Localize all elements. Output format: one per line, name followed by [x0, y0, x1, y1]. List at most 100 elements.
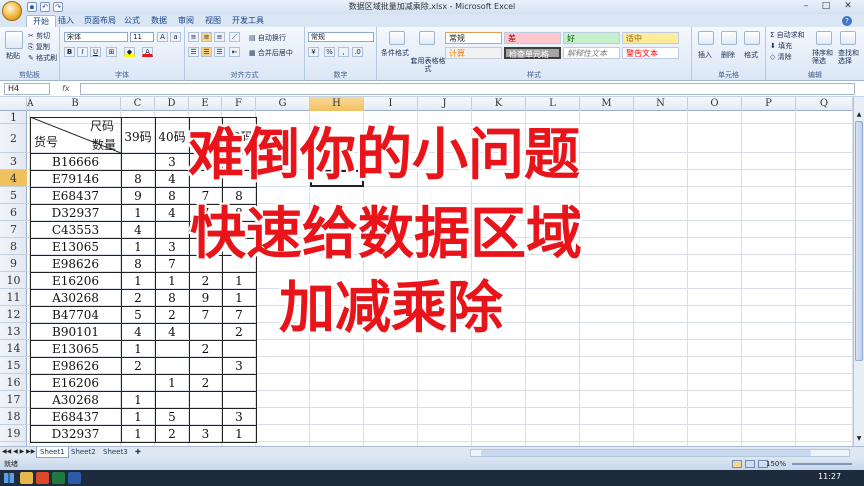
italic-icon[interactable]: I	[77, 47, 88, 57]
cell-qty-39[interactable]	[121, 376, 155, 391]
clear-button[interactable]: ◇ 清除	[770, 52, 792, 62]
copy-button[interactable]: ⎘ 复制	[28, 42, 50, 52]
tab-developer[interactable]: 开发工具	[226, 15, 270, 27]
row-header-10[interactable]: 10	[0, 272, 27, 289]
cell-product-code[interactable]: E98626	[30, 359, 121, 374]
view-layout-icon[interactable]	[745, 460, 755, 468]
h-scroll-thumb[interactable]	[481, 450, 811, 456]
currency-icon[interactable]: ¥	[308, 47, 319, 57]
cell-product-code[interactable]: B90101	[30, 325, 121, 340]
col-header-k[interactable]: K	[472, 97, 526, 111]
increase-decimal-icon[interactable]: .0	[352, 47, 363, 57]
align-left-icon[interactable]: ☰	[188, 47, 199, 57]
sheet-tab-1[interactable]: Sheet1	[36, 447, 69, 458]
comma-icon[interactable]: ,	[338, 47, 349, 57]
cell-qty-40[interactable]: 1	[155, 376, 189, 391]
cell-qty-42[interactable]: 7	[222, 308, 256, 323]
view-normal-icon[interactable]	[732, 460, 742, 468]
cell-qty-40[interactable]: 1	[155, 274, 189, 289]
cell-qty-41[interactable]: 2	[189, 342, 222, 357]
bold-icon[interactable]: B	[64, 47, 75, 57]
scroll-down-icon[interactable]: ▼	[855, 435, 863, 443]
row-header-17[interactable]: 17	[0, 391, 27, 408]
cell-qty-41[interactable]	[189, 325, 222, 340]
taskbar-explorer-icon[interactable]	[20, 472, 33, 484]
col-header-o[interactable]: O	[688, 97, 742, 111]
col-header-j[interactable]: J	[418, 97, 472, 111]
help-icon[interactable]: ?	[842, 16, 852, 26]
tab-review[interactable]: 审阅	[172, 15, 200, 27]
zoom-level[interactable]: 150%	[766, 458, 786, 470]
style-neutral[interactable]: 适中	[622, 32, 679, 44]
cell-product-code[interactable]: A30268	[30, 393, 121, 408]
cell-qty-42[interactable]	[222, 376, 256, 391]
font-name-select[interactable]: 宋体	[64, 32, 128, 42]
cell-qty-40[interactable]: 3	[155, 155, 189, 170]
delete-cells-icon[interactable]	[721, 31, 737, 45]
row-header-1[interactable]: 1	[0, 111, 27, 124]
row-header-4[interactable]: 4	[0, 170, 27, 187]
cell-qty-40[interactable]: 4	[155, 172, 189, 187]
align-top-icon[interactable]: ≡	[188, 32, 199, 42]
cell-product-code[interactable]: E68437	[30, 410, 121, 425]
merge-center-button[interactable]: ▦ 合并后居中	[249, 48, 293, 58]
col-header-p[interactable]: P	[742, 97, 796, 111]
format-painter-button[interactable]: ✎ 格式刷	[28, 53, 57, 63]
cell-qty-41[interactable]: 2	[189, 274, 222, 289]
grow-font-icon[interactable]: A	[157, 32, 168, 42]
cell-product-code[interactable]: E79146	[30, 172, 121, 187]
conditional-format-icon[interactable]	[389, 31, 405, 45]
cell-qty-39[interactable]: 1	[121, 427, 155, 442]
zoom-slider[interactable]	[792, 463, 852, 465]
cell-qty-39[interactable]: 2	[121, 359, 155, 374]
cell-qty-39[interactable]: 1	[121, 342, 155, 357]
cell-qty-39[interactable]: 5	[121, 308, 155, 323]
taskbar-word-icon[interactable]	[68, 472, 81, 484]
cell-qty-41[interactable]	[189, 359, 222, 374]
row-header-9[interactable]: 9	[0, 255, 27, 272]
cell-qty-41[interactable]: 7	[189, 308, 222, 323]
cell-qty-42[interactable]: 1	[222, 291, 256, 306]
close-icon[interactable]: ✕	[840, 1, 856, 12]
style-normal[interactable]: 常规	[445, 32, 502, 44]
cell-product-code[interactable]: E68437	[30, 189, 121, 204]
find-select-icon[interactable]	[840, 31, 856, 45]
style-good[interactable]: 好	[563, 32, 620, 44]
cell-qty-40[interactable]: 2	[155, 427, 189, 442]
cell-qty-40[interactable]: 8	[155, 189, 189, 204]
col-header-d[interactable]: D	[155, 97, 189, 111]
col-header-b[interactable]: B	[30, 97, 121, 111]
cell-qty-40[interactable]: 8	[155, 291, 189, 306]
minimize-icon[interactable]: –	[798, 1, 814, 12]
shrink-font-icon[interactable]: a	[170, 32, 181, 42]
table-format-icon[interactable]	[419, 31, 435, 45]
cell-qty-39[interactable]: 1	[121, 206, 155, 221]
conditional-format-button[interactable]: 条件格式	[381, 48, 409, 58]
cell-product-code[interactable]: D32937	[30, 206, 121, 221]
cell-qty-39[interactable]: 1	[121, 393, 155, 408]
cell-product-code[interactable]: E98626	[30, 257, 121, 272]
col-header-g[interactable]: G	[256, 97, 310, 111]
col-header-e[interactable]: E	[189, 97, 222, 111]
orientation-icon[interactable]: ⟋	[229, 32, 240, 42]
delete-cells-button[interactable]: 删除	[721, 50, 735, 60]
wrap-text-button[interactable]: ▤ 自动换行	[249, 33, 286, 43]
taskbar-app-icon[interactable]	[36, 472, 49, 484]
row-header-12[interactable]: 12	[0, 306, 27, 323]
col-header-f[interactable]: F	[222, 97, 256, 111]
row-header-11[interactable]: 11	[0, 289, 27, 306]
row-header-6[interactable]: 6	[0, 204, 27, 221]
cell-qty-42[interactable]: 1	[222, 274, 256, 289]
insert-cells-button[interactable]: 插入	[698, 50, 712, 60]
format-cells-button[interactable]: 格式	[744, 50, 758, 60]
autosum-button[interactable]: Σ 自动求和	[770, 30, 805, 40]
tab-page-layout[interactable]: 页面布局	[78, 15, 122, 27]
cell-product-code[interactable]: B16666	[30, 155, 121, 170]
cell-qty-40[interactable]: 7	[155, 257, 189, 272]
cell-qty-39[interactable]	[121, 155, 155, 170]
percent-icon[interactable]: %	[324, 47, 335, 57]
sheet-tab-3[interactable]: Sheet3	[100, 447, 131, 458]
row-header-8[interactable]: 8	[0, 238, 27, 255]
row-header-18[interactable]: 18	[0, 408, 27, 425]
tab-data[interactable]: 数据	[145, 15, 173, 27]
